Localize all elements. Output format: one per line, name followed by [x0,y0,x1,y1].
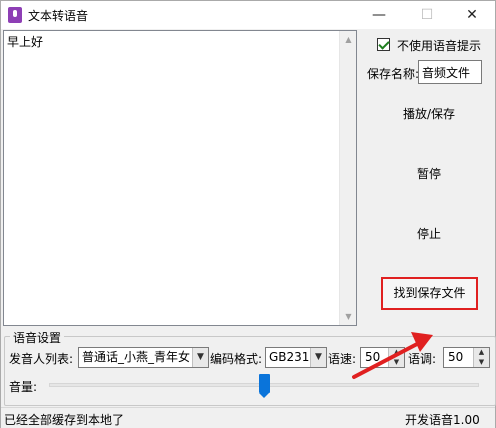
stop-button[interactable]: 停止 [381,219,477,249]
speed-label: 语速: [328,352,357,366]
maximize-button[interactable]: ☐ [404,1,450,29]
speed-value: 50 [365,350,381,364]
chevron-down-icon[interactable]: ▼ [192,348,208,367]
editor-text: 早上好 [7,35,44,49]
spin-down-icon[interactable]: ▼ [474,358,489,367]
encoding-select[interactable]: GB2312 ▼ [265,347,327,368]
app-window: 文本转语音 — ☐ ✕ 早上好 ▲ ▼ 不使用语音提示 保存名称: 播放/保存 … [0,0,496,428]
speed-spin-buttons[interactable]: ▲ ▼ [388,348,404,367]
speaker-label: 发音人列表: [9,352,74,366]
speaker-select[interactable]: 普通话_小燕_青年女 ▼ [78,347,209,368]
spin-up-icon[interactable]: ▲ [389,348,404,357]
pitch-value: 50 [448,350,464,364]
scroll-up-icon[interactable]: ▲ [340,31,357,48]
no-prompt-checkbox[interactable] [377,38,390,51]
pitch-label: 语调: [408,352,437,366]
pitch-stepper[interactable]: 50 ▲ ▼ [443,347,490,368]
status-message: 已经全部缓存到本地了 [4,413,125,427]
pitch-spin-buttons[interactable]: ▲ ▼ [473,348,489,367]
voice-settings-title: 语音设置 [10,329,65,346]
spin-up-icon[interactable]: ▲ [474,348,489,357]
find-saved-file-label: 找到保存文件 [393,286,466,300]
play-save-button[interactable]: 播放/保存 [381,99,477,129]
vertical-scrollbar[interactable]: ▲ ▼ [339,31,356,325]
window-title: 文本转语音 [28,9,89,23]
status-bar: 已经全部缓存到本地了 开发语音1.00 [1,407,495,428]
right-panel: 不使用语音提示 保存名称: 播放/保存 暂停 停止 找到保存文件 [361,29,496,329]
find-saved-file-button[interactable]: 找到保存文件 [381,277,478,310]
save-name-field[interactable] [418,60,482,84]
microphone-icon [8,7,22,23]
title-bar: 文本转语音 — ☐ ✕ [1,1,495,29]
spin-down-icon[interactable]: ▼ [389,358,404,367]
text-input-area[interactable]: 早上好 ▲ ▼ [3,30,357,326]
no-prompt-label[interactable]: 不使用语音提示 [397,37,481,54]
volume-slider-thumb[interactable] [258,374,270,398]
pause-button[interactable]: 暂停 [381,159,477,189]
close-button[interactable]: ✕ [449,1,495,29]
speed-stepper[interactable]: 50 ▲ ▼ [360,347,405,368]
encoding-label: 编码格式: [210,352,263,366]
speaker-value: 普通话_小燕_青年女 [82,350,191,364]
volume-label: 音量: [9,380,38,394]
save-name-label: 保存名称: [367,67,420,81]
scroll-down-icon[interactable]: ▼ [340,308,357,325]
minimize-button[interactable]: — [356,1,402,29]
version-label: 开发语音1.00 [405,413,480,427]
chevron-down-icon[interactable]: ▼ [310,348,326,367]
